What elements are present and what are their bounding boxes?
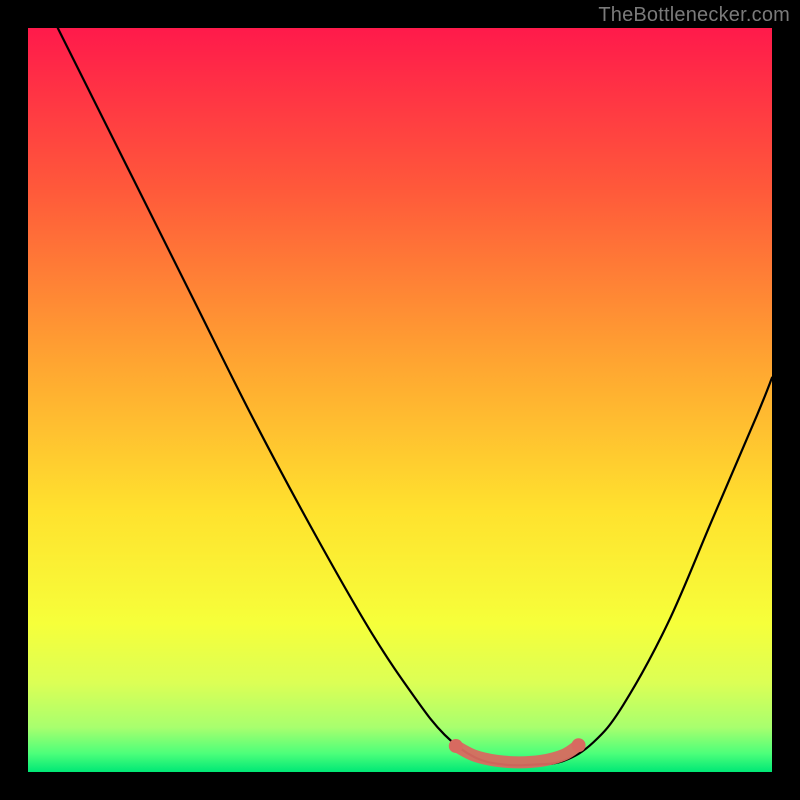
highlight-end-dot (572, 738, 586, 752)
attribution-text: TheBottlenecker.com (598, 4, 790, 27)
bottleneck-chart (0, 0, 800, 800)
chart-container: TheBottlenecker.com (0, 0, 800, 800)
highlight-start-dot (449, 739, 463, 753)
plot-area (28, 28, 772, 772)
